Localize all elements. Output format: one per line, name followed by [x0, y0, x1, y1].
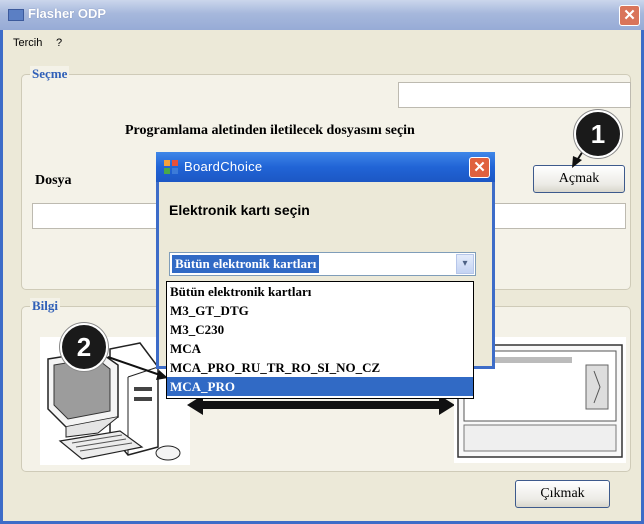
board-select-value: Bütün elektronik kartları — [172, 255, 320, 273]
callout-2-arrow — [107, 356, 161, 376]
callout-badge-2: 2 — [60, 323, 108, 371]
board-choice-icon — [164, 160, 178, 174]
board-option[interactable]: M3_C230 — [167, 320, 473, 339]
board-option[interactable]: Bütün elektronik kartları — [167, 282, 473, 301]
board-dropdown-list: Bütün elektronik kartları M3_GT_DTG M3_C… — [166, 281, 474, 399]
callout-badge-1: 1 — [574, 110, 622, 158]
board-option[interactable]: MCA_PRO_RU_TR_RO_SI_NO_CZ — [167, 358, 473, 377]
callout-1-arrowhead — [572, 156, 582, 168]
dialog-prompt: Elektronik kartı seçin — [169, 202, 310, 218]
board-option[interactable]: M3_GT_DTG — [167, 301, 473, 320]
dialog-close-icon[interactable]: ✕ — [469, 157, 490, 178]
dialog-title-bar[interactable]: BoardChoice ✕ — [156, 152, 495, 182]
dialog-title: BoardChoice — [184, 159, 263, 174]
board-option[interactable]: MCA_PRO — [167, 377, 473, 396]
board-select[interactable]: Bütün elektronik kartları ▾ — [169, 252, 476, 276]
board-option[interactable]: MCA — [167, 339, 473, 358]
chevron-down-icon[interactable]: ▾ — [456, 254, 474, 274]
